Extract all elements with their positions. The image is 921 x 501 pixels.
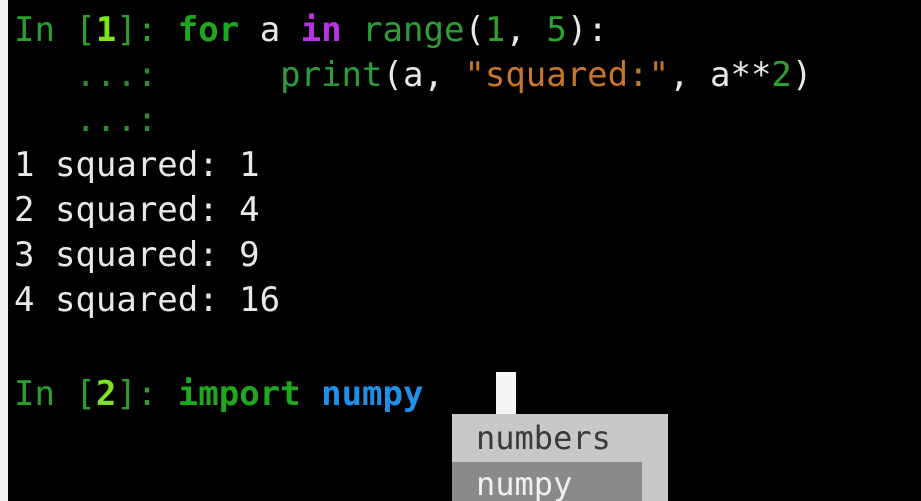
output-line: 3 squared: 9 <box>14 235 260 275</box>
range-arg-start: 1 <box>484 10 506 50</box>
prompt-number: 1 <box>95 10 117 50</box>
output-line: 4 squared: 16 <box>14 280 281 320</box>
print-args-start: (a, <box>382 55 465 95</box>
completion-item-numbers[interactable]: numbers <box>452 416 668 460</box>
comma: , <box>505 10 547 50</box>
autocomplete-menu[interactable]: numbers numpy <box>452 414 668 501</box>
builtin-print: print <box>280 55 383 95</box>
builtin-range: range <box>362 10 465 50</box>
input-line-cell-2[interactable]: In [2]: import numpy <box>14 372 423 416</box>
prompt-prefix: In [ <box>14 10 96 50</box>
ipython-terminal[interactable]: In [1]: for a in range(1, 5): ...: print… <box>0 0 921 501</box>
output-line: 2 squared: 4 <box>14 190 260 230</box>
completion-item-numpy-selected[interactable]: numpy <box>452 462 642 501</box>
input-line-3: ...: <box>14 98 157 142</box>
continuation-prompt: ...: <box>14 100 158 140</box>
keyword-import: import <box>177 374 301 414</box>
loop-variable: a <box>239 10 301 50</box>
prompt-suffix: ]: <box>116 10 178 50</box>
print-args-mid: , a** <box>669 55 772 95</box>
prompt-suffix: ]: <box>116 374 178 414</box>
keyword-in: in <box>300 10 342 50</box>
output-line: 1 squared: 1 <box>14 145 260 185</box>
paren-close-colon: ): <box>566 10 608 50</box>
continuation-prompt: ...: <box>14 55 281 95</box>
exponent-value: 2 <box>771 55 792 95</box>
paren-open: ( <box>464 10 485 50</box>
print-close: ) <box>791 55 813 95</box>
prompt-prefix: In [ <box>14 374 96 414</box>
prompt-number: 2 <box>95 374 117 414</box>
text-cursor <box>496 372 516 414</box>
input-line-1: In [1]: for a in range(1, 5): <box>14 8 608 52</box>
module-name-input[interactable]: numpy <box>321 374 423 414</box>
input-line-2: ...: print(a, "squared:", a**2) <box>14 53 812 97</box>
string-literal: "squared:" <box>464 55 670 95</box>
range-arg-stop: 5 <box>546 10 567 50</box>
keyword-for: for <box>177 10 240 50</box>
